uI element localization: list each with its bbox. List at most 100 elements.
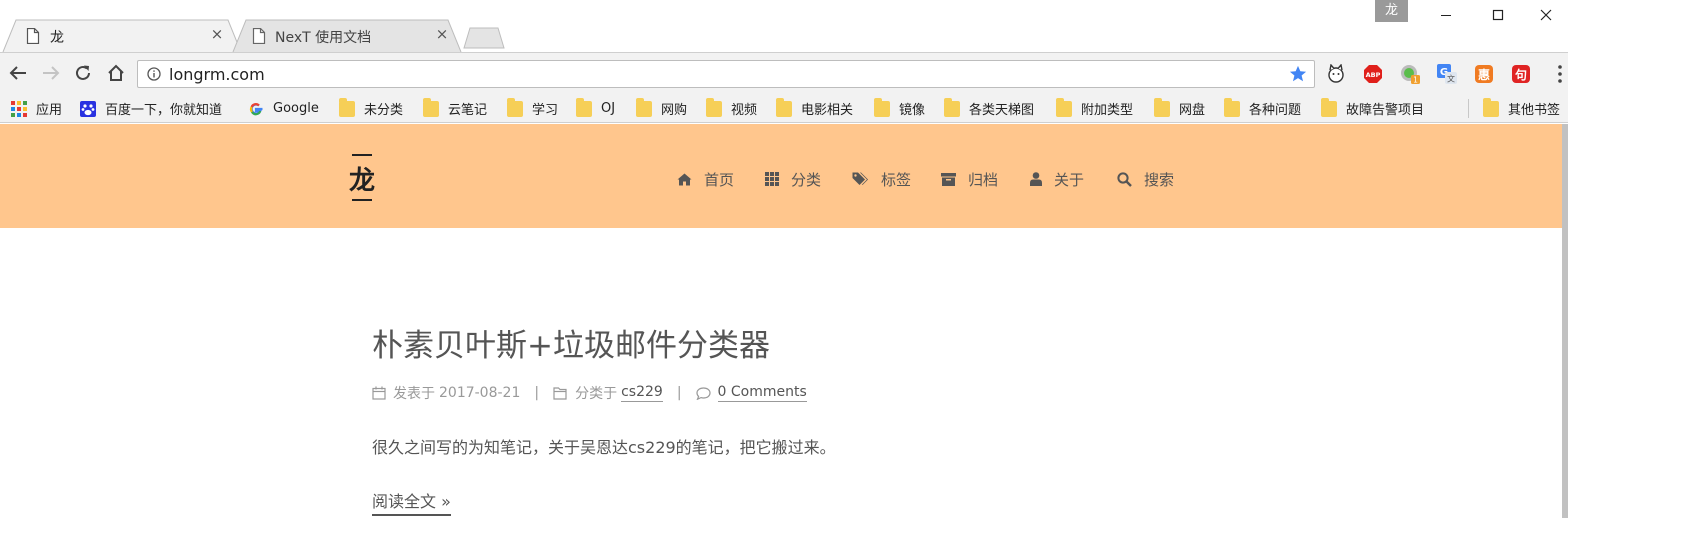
menu-label: 标签 bbox=[881, 170, 912, 189]
tab-inactive[interactable]: NexT 使用文档 × bbox=[232, 19, 462, 52]
profile-badge[interactable]: 龙 bbox=[1375, 0, 1408, 22]
tab-close-icon[interactable]: × bbox=[434, 26, 450, 42]
bookmark-folder[interactable]: 云笔记 bbox=[423, 94, 487, 123]
url-text[interactable]: longrm.com bbox=[169, 65, 265, 84]
bookmark-label: 百度一下，你就知道 bbox=[105, 103, 223, 118]
back-button[interactable] bbox=[7, 62, 29, 84]
bookmark-folder[interactable]: 网盘 bbox=[1154, 94, 1205, 123]
menu-item-home[interactable]: 首页 bbox=[677, 168, 734, 190]
tab-title: NexT 使用文档 bbox=[275, 30, 372, 46]
folder-icon bbox=[1056, 97, 1072, 117]
site-title[interactable]: 龙 bbox=[346, 160, 378, 197]
red-extension-icon[interactable]: 句 bbox=[1511, 64, 1531, 84]
read-more-link[interactable]: 阅读全文 » bbox=[372, 488, 451, 516]
info-icon[interactable] bbox=[147, 67, 161, 81]
post-date: 2017-08-21 bbox=[439, 385, 521, 401]
tab-title: 龙 bbox=[50, 30, 64, 46]
svg-text:1: 1 bbox=[1413, 76, 1418, 85]
bookmark-label: 视频 bbox=[731, 103, 758, 118]
orange-extension-icon[interactable]: 惠 bbox=[1474, 64, 1494, 84]
green-status-extension-icon[interactable]: 1 bbox=[1400, 64, 1420, 84]
bookmark-label: 其他书签 bbox=[1508, 103, 1561, 118]
bookmark-folder[interactable]: 各种问题 bbox=[1224, 94, 1301, 123]
menu-label: 分类 bbox=[791, 170, 822, 189]
home-icon bbox=[677, 173, 692, 185]
menu-label: 搜索 bbox=[1144, 170, 1175, 189]
menu-item-archives[interactable]: 归档 bbox=[941, 168, 998, 190]
menu-item-tags[interactable]: 标签 bbox=[852, 168, 911, 190]
new-tab-button[interactable] bbox=[463, 27, 505, 49]
bookmark-folder[interactable]: 附加类型 bbox=[1056, 94, 1133, 123]
tags-icon bbox=[852, 172, 868, 185]
adblock-plus-icon[interactable]: ABP bbox=[1363, 64, 1383, 84]
tab-active[interactable]: 龙 × bbox=[2, 19, 242, 52]
minimize-button[interactable] bbox=[1422, 0, 1470, 30]
menu-label: 归档 bbox=[968, 170, 999, 189]
tab-close-icon[interactable]: × bbox=[209, 26, 225, 42]
folder-icon bbox=[576, 97, 592, 117]
post-excerpt: 很久之间写的为知笔记，关于吴恩达cs229的笔记，把它搬过来。 bbox=[372, 438, 836, 457]
forward-button[interactable] bbox=[40, 62, 62, 84]
page-icon bbox=[252, 28, 266, 44]
folder-icon bbox=[507, 97, 523, 117]
comments-link[interactable]: 0 Comments bbox=[717, 384, 807, 402]
scrollbar-thumb[interactable] bbox=[1562, 124, 1568, 518]
page-viewport: 龙 首页 分类 标签 归档 关于 搜索 朴素贝叶斯+垃圾邮件分类器 发表于 20… bbox=[0, 124, 1562, 518]
menu-kebab-icon[interactable] bbox=[1550, 64, 1570, 84]
reload-button[interactable] bbox=[72, 62, 94, 84]
folder-icon bbox=[339, 97, 355, 117]
meta-divider: | bbox=[676, 385, 682, 401]
menu-item-search[interactable]: 搜索 bbox=[1117, 168, 1174, 190]
browser-titlebar: 龙 × NexT 使用文档 × 龙 bbox=[0, 0, 1568, 52]
bookmark-folder[interactable]: 故障告警项目 bbox=[1321, 94, 1424, 123]
bookmark-apps[interactable]: 应用 bbox=[11, 94, 62, 123]
browser-toolbar: longrm.com ABP 1 G 文 惠 句 bbox=[0, 52, 1568, 94]
back-arrow-icon bbox=[9, 66, 26, 80]
bookmark-label: 网盘 bbox=[1179, 103, 1206, 118]
folder-icon bbox=[636, 97, 652, 117]
site-brand[interactable]: 龙 bbox=[346, 154, 380, 202]
bookmark-other-folder[interactable]: 其他书签 bbox=[1483, 94, 1560, 123]
menu-item-about[interactable]: 关于 bbox=[1030, 168, 1084, 190]
bookmark-label: Google bbox=[273, 101, 319, 116]
bookmark-google[interactable]: Google bbox=[248, 94, 319, 123]
post-meta: 发表于 2017-08-21 | 分类于 cs229 | 0 Comments bbox=[372, 383, 807, 403]
google-translate-icon[interactable]: G 文 bbox=[1437, 64, 1457, 84]
folder-icon bbox=[423, 97, 439, 117]
bookmark-folder[interactable]: 视频 bbox=[706, 94, 757, 123]
bookmarks-bar: 应用 百度一下，你就知道 Google 未分类 云笔记 学习 OJ 网购 视频 … bbox=[0, 94, 1568, 123]
bookmark-folder[interactable]: 未分类 bbox=[339, 94, 403, 123]
google-g-icon bbox=[249, 102, 263, 115]
page-scrollbar[interactable] bbox=[1562, 124, 1568, 518]
svg-text:句: 句 bbox=[1515, 67, 1527, 82]
folder-icon bbox=[1321, 97, 1337, 117]
bookmark-folder[interactable]: 各类天梯图 bbox=[944, 94, 1034, 123]
grid-icon bbox=[765, 172, 779, 186]
page-icon bbox=[26, 28, 40, 44]
bookmark-label: OJ bbox=[601, 101, 616, 116]
close-icon bbox=[1540, 9, 1552, 21]
svg-text:惠: 惠 bbox=[1478, 67, 1490, 82]
category-link[interactable]: cs229 bbox=[621, 384, 663, 402]
maximize-button[interactable] bbox=[1474, 0, 1522, 30]
folder-icon bbox=[1483, 97, 1499, 117]
home-button[interactable] bbox=[105, 62, 127, 84]
address-bar[interactable]: longrm.com bbox=[137, 60, 1315, 88]
archive-icon bbox=[941, 172, 956, 186]
bookmark-folder[interactable]: 网购 bbox=[636, 94, 687, 123]
reload-icon bbox=[76, 65, 90, 80]
bookmark-folder[interactable]: OJ bbox=[576, 94, 615, 123]
bookmark-label: 应用 bbox=[36, 103, 63, 118]
bookmark-folder[interactable]: 学习 bbox=[507, 94, 558, 123]
bookmark-folder[interactable]: 镜像 bbox=[874, 94, 925, 123]
bookmark-baidu[interactable]: 百度一下，你就知道 bbox=[80, 94, 222, 123]
bookmark-folder[interactable]: 电影相关 bbox=[776, 94, 853, 123]
post-title[interactable]: 朴素贝叶斯+垃圾邮件分类器 bbox=[372, 320, 770, 365]
folder-icon bbox=[776, 97, 792, 117]
bookmark-star-icon[interactable] bbox=[1289, 65, 1307, 83]
close-window-button[interactable] bbox=[1522, 0, 1570, 30]
cat-extension-icon[interactable] bbox=[1326, 64, 1346, 84]
brand-line-top bbox=[352, 154, 372, 156]
folder-icon bbox=[1224, 97, 1240, 117]
menu-item-categories[interactable]: 分类 bbox=[765, 168, 821, 190]
